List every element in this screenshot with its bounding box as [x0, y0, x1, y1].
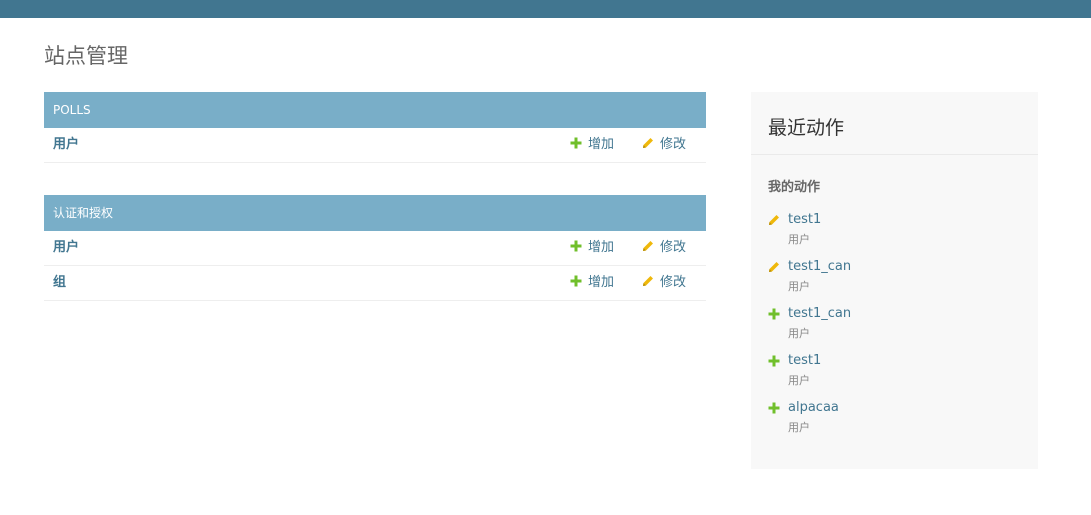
- change-link[interactable]: 修改: [642, 266, 686, 300]
- pencil-icon: [642, 275, 654, 287]
- pencil-icon: [642, 240, 654, 252]
- plus-icon: [768, 355, 780, 367]
- my-actions-heading: 我的动作: [768, 180, 821, 195]
- recent-actions-title: 最近动作: [751, 92, 1038, 155]
- plus-icon: [768, 308, 780, 320]
- content-type-label: 用户: [788, 233, 810, 246]
- model-link[interactable]: 用户: [53, 231, 79, 265]
- pencil-icon: [642, 137, 654, 149]
- module-caption[interactable]: 认证和授权: [44, 195, 706, 231]
- add-label: 增加: [588, 137, 615, 152]
- recent-object-link[interactable]: alpacaa: [788, 400, 839, 415]
- recent-object-link[interactable]: test1: [788, 353, 821, 368]
- table-row: 组 增加 修改: [44, 266, 706, 301]
- module-auth: 认证和授权 用户 增加 修改 组 增加 修改: [44, 195, 706, 301]
- plus-icon: [570, 240, 582, 252]
- page-title: 站点管理: [44, 44, 128, 68]
- model-link[interactable]: 组: [53, 266, 66, 300]
- content-type-label: 用户: [788, 327, 810, 340]
- change-label: 修改: [660, 275, 687, 290]
- add-link[interactable]: 增加: [570, 231, 614, 265]
- recent-object-link[interactable]: test1: [788, 212, 821, 227]
- add-link[interactable]: 增加: [570, 128, 614, 162]
- content-type-label: 用户: [788, 374, 810, 387]
- table-row: 用户 增加 修改: [44, 128, 706, 163]
- module-polls: POLLS 用户 增加 修改: [44, 92, 706, 163]
- add-link[interactable]: 增加: [570, 266, 614, 300]
- add-label: 增加: [588, 240, 615, 255]
- pencil-icon: [768, 261, 780, 273]
- plus-icon: [768, 402, 780, 414]
- model-link[interactable]: 用户: [53, 128, 79, 162]
- recent-actions-panel: 最近动作 我的动作 test1 用户 test1_can 用户 test1_ca…: [751, 92, 1038, 469]
- pencil-icon: [768, 214, 780, 226]
- module-caption[interactable]: POLLS: [44, 92, 706, 128]
- plus-icon: [570, 137, 582, 149]
- change-label: 修改: [660, 240, 687, 255]
- recent-object-link[interactable]: test1_can: [788, 306, 851, 321]
- change-label: 修改: [660, 137, 687, 152]
- recent-object-link[interactable]: test1_can: [788, 259, 851, 274]
- change-link[interactable]: 修改: [642, 128, 686, 162]
- change-link[interactable]: 修改: [642, 231, 686, 265]
- plus-icon: [570, 275, 582, 287]
- table-row: 用户 增加 修改: [44, 231, 706, 266]
- add-label: 增加: [588, 275, 615, 290]
- top-header-bar: [0, 0, 1091, 18]
- content-type-label: 用户: [788, 421, 810, 434]
- content-type-label: 用户: [788, 280, 810, 293]
